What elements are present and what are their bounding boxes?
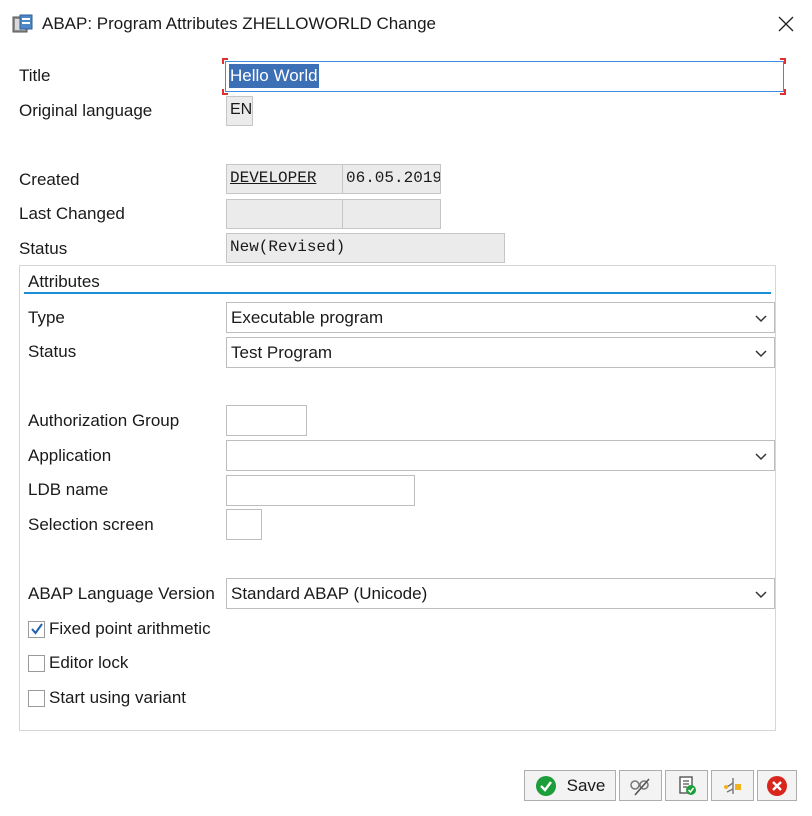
- title-input[interactable]: [225, 61, 784, 92]
- fixed-point-arithmetic-checkbox[interactable]: Fixed point arithmetic: [28, 618, 211, 640]
- chevron-down-icon: [755, 591, 767, 599]
- checkbox-box[interactable]: [28, 654, 45, 672]
- original-language-field[interactable]: EN: [226, 96, 253, 126]
- display-change-button[interactable]: [619, 770, 662, 801]
- window-title: ABAP: Program Attributes ZHELLOWORLD Cha…: [42, 14, 436, 33]
- created-label: Created: [19, 170, 80, 189]
- focus-corner: [780, 58, 786, 64]
- attributes-group-title: Attributes: [28, 272, 100, 291]
- application-dropdown[interactable]: [226, 440, 775, 471]
- authorization-group-input[interactable]: [226, 405, 307, 436]
- focus-corner: [222, 89, 228, 95]
- document-check-icon: [678, 775, 696, 795]
- cancel-icon: [767, 775, 787, 796]
- abap-language-version-dropdown[interactable]: Standard ABAP (Unicode): [226, 578, 775, 609]
- attributes-divider: [24, 292, 771, 294]
- title-bar: ABAP: Program Attributes ZHELLOWORLD Cha…: [0, 0, 812, 48]
- created-date-field: 06.05.2019: [342, 164, 441, 194]
- last-changed-by-field: [226, 199, 343, 229]
- checkmark-icon: [30, 623, 43, 635]
- documentation-button[interactable]: [665, 770, 708, 801]
- editor-lock-checkbox[interactable]: Editor lock: [28, 652, 128, 674]
- save-checkmark-icon: [535, 775, 556, 796]
- focus-corner: [222, 58, 228, 64]
- original-language-label: Original language: [19, 101, 153, 120]
- chevron-down-icon: [755, 315, 767, 323]
- created-by-field[interactable]: DEVELOPER: [226, 164, 343, 194]
- application-label: Application: [28, 446, 112, 465]
- checkbox-box[interactable]: [28, 620, 45, 638]
- status-field: New(Revised): [226, 233, 505, 263]
- cancel-button[interactable]: [757, 770, 797, 801]
- selection-screen-input[interactable]: [226, 509, 262, 540]
- created-by-link[interactable]: DEVELOPER: [230, 169, 316, 187]
- program-status-label: Status: [28, 342, 77, 361]
- program-status-dropdown[interactable]: Test Program: [226, 337, 775, 368]
- status-label: Status: [19, 239, 68, 258]
- other-object-button[interactable]: [711, 770, 754, 801]
- selection-screen-label: Selection screen: [28, 515, 154, 534]
- abap-language-version-label: ABAP Language Version: [28, 584, 215, 603]
- type-label: Type: [28, 308, 65, 327]
- ldb-name-label: LDB name: [28, 480, 109, 499]
- last-changed-date-field: [342, 199, 441, 229]
- glasses-pencil-icon: [629, 777, 650, 796]
- sap-program-icon: [12, 14, 33, 33]
- ldb-name-field[interactable]: [227, 476, 414, 505]
- ldb-name-input[interactable]: [226, 475, 415, 506]
- title-input-field[interactable]: [226, 62, 783, 91]
- chevron-down-icon: [755, 350, 767, 358]
- authorization-group-label: Authorization Group: [28, 411, 180, 430]
- focus-corner: [780, 89, 786, 95]
- close-icon: [778, 16, 794, 32]
- start-using-variant-checkbox[interactable]: Start using variant: [28, 687, 186, 709]
- checkbox-box[interactable]: [28, 689, 45, 707]
- selection-screen-field[interactable]: [227, 510, 261, 539]
- last-changed-label: Last Changed: [19, 204, 125, 223]
- hierarchy-icon: [723, 777, 741, 794]
- title-label: Title: [19, 66, 51, 85]
- chevron-down-icon: [755, 453, 767, 461]
- close-button[interactable]: [766, 6, 806, 42]
- save-button[interactable]: Save: [524, 770, 616, 801]
- type-dropdown[interactable]: Executable program: [226, 302, 775, 333]
- authorization-group-field[interactable]: [227, 406, 306, 435]
